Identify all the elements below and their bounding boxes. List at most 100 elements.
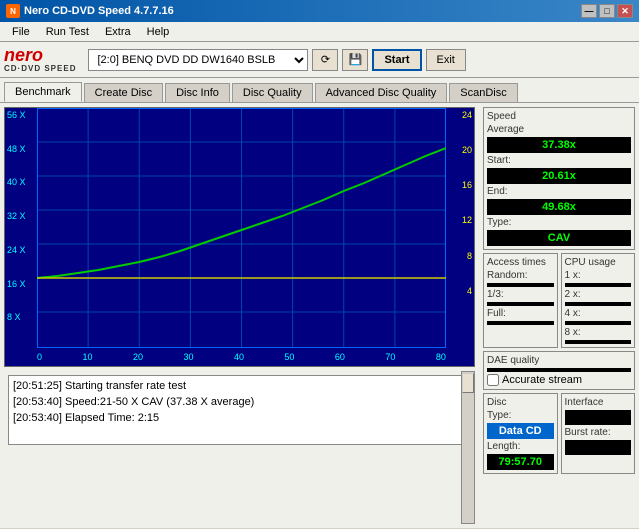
tab-disc-quality[interactable]: Disc Quality [232,83,313,102]
chart-svg [37,108,446,348]
disc-type-label: Disc [487,397,554,408]
y-label-32: 32 X [7,211,35,221]
menu-extra[interactable]: Extra [97,24,139,40]
tab-scandisc[interactable]: ScanDisc [449,83,517,102]
maximize-button[interactable]: □ [599,4,615,18]
full-value [487,321,554,325]
disc-type-value: Data CD [487,423,554,439]
random-label: Random: [487,270,554,281]
chart-container: 56 X 48 X 40 X 32 X 24 X 16 X 8 X [4,107,475,367]
cpu-8x-label: 8 x: [565,327,632,338]
log-area[interactable]: [20:51:25] Starting transfer rate test [… [8,375,471,445]
x-label-50: 50 [284,352,294,362]
y2-label-12: 12 [448,215,472,225]
cpu-4x-label: 4 x: [565,308,632,319]
access-title: Access times [487,257,554,268]
x-label-40: 40 [234,352,244,362]
menu-run-test[interactable]: Run Test [38,24,97,40]
interface-label: Interface [565,397,632,408]
log-line-3: [20:53:40] Elapsed Time: 2:15 [13,410,454,426]
full-label: Full: [487,308,554,319]
average-label: Average [487,124,631,135]
scrollbar-thumb[interactable] [462,373,474,393]
start-button[interactable]: Start [372,49,421,71]
x-label-80: 80 [436,352,446,362]
access-cpu-row: Access times Random: 1/3: Full: CPU usag… [483,253,635,348]
access-times-section: Access times Random: 1/3: Full: [483,253,558,348]
y-label-48: 48 X [7,144,35,154]
log-line-2: [20:53:40] Speed:21-50 X CAV (37.38 X av… [13,394,454,410]
log-wrapper: [20:51:25] Starting transfer rate test [… [4,371,475,524]
length-value: 79:57.70 [487,454,554,470]
tab-disc-info[interactable]: Disc Info [165,83,230,102]
length-label: Length: [487,441,554,452]
exit-button[interactable]: Exit [426,49,466,71]
y-label-8: 8 X [7,312,35,322]
disc-interface-row: Disc Type: Data CD Length: 79:57.70 Inte… [483,393,635,474]
menu-file[interactable]: File [4,24,38,40]
speed-section: Speed Average 37.38x Start: 20.61x End: … [483,107,635,250]
right-panel: Speed Average 37.38x Start: 20.61x End: … [479,103,639,528]
y-label-24: 24 X [7,245,35,255]
title-bar: N Nero CD-DVD Speed 4.7.7.16 — □ ✕ [0,0,639,22]
log-scrollbar[interactable] [461,371,475,524]
interface-value [565,410,632,425]
refresh-button[interactable]: ⟳ [312,49,338,71]
y2-label-16: 16 [448,180,472,190]
cpu-1x-value [565,283,632,287]
cpu-2x-label: 2 x: [565,289,632,300]
type-label: Type: [487,217,631,228]
cpu-title: CPU usage [565,257,632,268]
tab-benchmark[interactable]: Benchmark [4,82,82,102]
close-button[interactable]: ✕ [617,4,633,18]
disc-type-sublabel: Type: [487,410,554,421]
menu-help[interactable]: Help [139,24,178,40]
x-label-20: 20 [133,352,143,362]
disc-section: Disc Type: Data CD Length: 79:57.70 [483,393,558,474]
start-label: Start: [487,155,631,166]
stream-label: stream [548,374,582,386]
nero-logo: nero CD·DVD SPEED [4,46,76,73]
type-value: CAV [487,230,631,246]
cpu-1x-label: 1 x: [565,270,632,281]
log-line-1: [20:51:25] Starting transfer rate test [13,378,454,394]
drive-select[interactable]: [2:0] BENQ DVD DD DW1640 BSLB [88,49,308,71]
accurate-stream-row: Accurate stream [487,374,631,386]
tabs: Benchmark Create Disc Disc Info Disc Qua… [0,78,639,103]
burst-label: Burst rate: [565,427,632,438]
start-value: 20.61x [487,168,631,184]
y2-label-8: 8 [448,251,472,261]
third-value [487,302,554,306]
accurate-stream-checkbox[interactable] [487,374,499,386]
cpu-8x-value [565,340,632,344]
minimize-button[interactable]: — [581,4,597,18]
y2-label-24: 24 [448,110,472,120]
accurate-label: Accurate [502,374,545,386]
x-label-60: 60 [335,352,345,362]
tab-create-disc[interactable]: Create Disc [84,83,163,102]
random-value [487,283,554,287]
interface-section: Interface Burst rate: [561,393,636,474]
menu-bar: File Run Test Extra Help [0,22,639,42]
cpu-2x-value [565,302,632,306]
app-icon: N [6,4,20,18]
x-label-10: 10 [82,352,92,362]
end-label: End: [487,186,631,197]
burst-value [565,440,632,455]
toolbar: nero CD·DVD SPEED [2:0] BENQ DVD DD DW16… [0,42,639,78]
average-value: 37.38x [487,137,631,153]
tab-advanced-disc-quality[interactable]: Advanced Disc Quality [315,83,448,102]
dae-title: DAE quality [487,355,631,366]
speed-title: Speed [487,111,631,122]
third-label: 1/3: [487,289,554,300]
end-value: 49.68x [487,199,631,215]
y2-label-20: 20 [448,145,472,155]
save-button[interactable]: 💾 [342,49,368,71]
y-label-16: 16 X [7,279,35,289]
y-label-56: 56 X [7,110,35,120]
dae-section: DAE quality Accurate stream [483,351,635,390]
y2-label-4: 4 [448,286,472,296]
y-label-40: 40 X [7,177,35,187]
x-label-70: 70 [385,352,395,362]
cpu-4x-value [565,321,632,325]
